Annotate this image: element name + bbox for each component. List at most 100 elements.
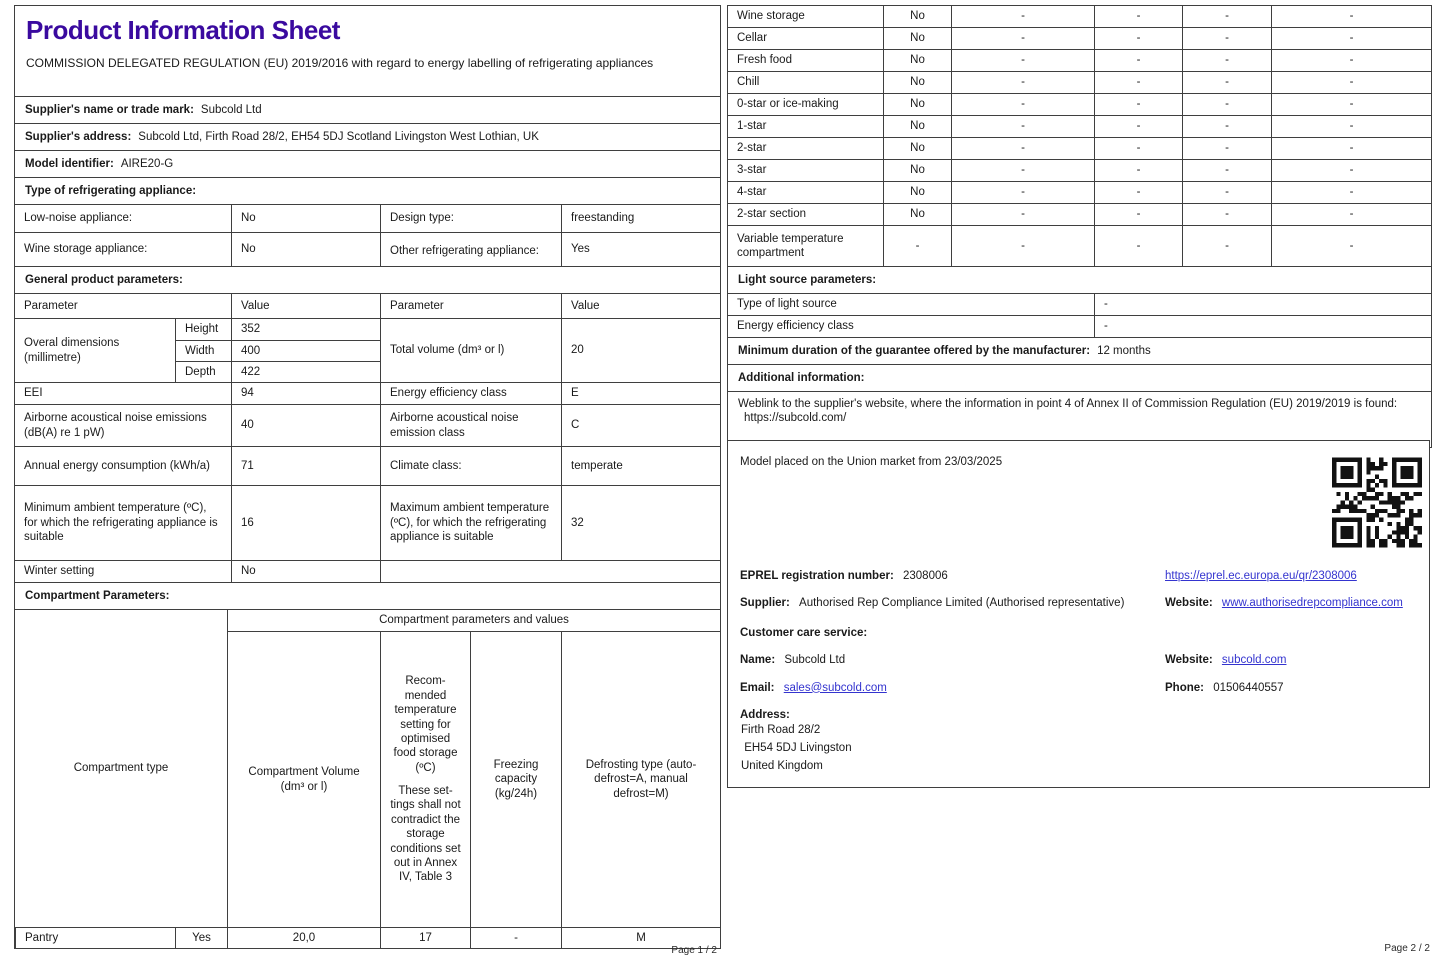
row-value: No bbox=[883, 138, 951, 159]
row-dash: - bbox=[1094, 28, 1182, 49]
eei-row: EEI 94 Energy efficiency class E bbox=[15, 382, 720, 404]
row-value: No bbox=[883, 28, 951, 49]
table-row-1-star: 1-star No - - - - bbox=[728, 115, 1431, 137]
row-dash: - bbox=[951, 182, 1094, 203]
depth-value: 422 bbox=[231, 361, 380, 382]
compartment-group-header: Compartment parameters and values bbox=[227, 610, 720, 631]
row-label: 2-star section bbox=[737, 208, 807, 221]
total-volume-value: 20 bbox=[561, 319, 720, 382]
supplier-value: Authorised Rep Compliance Limited (Autho… bbox=[799, 597, 1125, 610]
row-value: No bbox=[883, 50, 951, 71]
row-dash: - bbox=[1271, 226, 1431, 266]
row-dash: - bbox=[1182, 6, 1271, 27]
row-label: 0-star or ice-making bbox=[737, 98, 839, 111]
height-label: Height bbox=[175, 319, 231, 340]
row-label: 4-star bbox=[737, 186, 767, 199]
min-ambient-value: 16 bbox=[231, 486, 380, 560]
temperature-header-line2: These set­tings shall not con­tradict th… bbox=[390, 785, 461, 884]
light-source-type-row: Type of light source - bbox=[728, 293, 1431, 315]
row-dash: - bbox=[1094, 94, 1182, 115]
max-ambient-value: 32 bbox=[561, 486, 720, 560]
row-dash: - bbox=[1271, 116, 1431, 137]
supplier-name-label: Supplier's name or trade mark: bbox=[25, 103, 194, 116]
row-dash: - bbox=[1094, 138, 1182, 159]
care-email-label: Email: bbox=[740, 681, 775, 694]
light-source-class-label: Energy efficiency class bbox=[737, 320, 854, 333]
dimensions-block: Overal dimensions (millimetre) Height 35… bbox=[15, 318, 720, 382]
weblink-value: https://subcold.com/ bbox=[744, 412, 847, 425]
model-identifier-value: AIRE20-G bbox=[120, 157, 174, 170]
value-header-2: Value bbox=[561, 294, 720, 318]
row-dash: - bbox=[951, 72, 1094, 93]
row-dash: - bbox=[1182, 72, 1271, 93]
table-row-2-star: 2-star No - - - - bbox=[728, 137, 1431, 159]
compartment-section-header: Compartment Parameters: bbox=[15, 582, 720, 609]
eprel-link[interactable]: https://eprel.ec.europa.eu/qr/2308006 bbox=[1165, 570, 1357, 582]
eprel-cell: EPREL registration number: 2308006 bbox=[740, 569, 1165, 583]
row-dash: - bbox=[1094, 204, 1182, 225]
care-phone-cell: Phone: 01506440557 bbox=[1165, 681, 1417, 695]
min-ambient-label: Minimum ambient tempera­ture (ºC), for w… bbox=[24, 502, 218, 544]
row-dash: - bbox=[951, 226, 1094, 266]
supplier-website-cell: Website: www.authorisedrepcompliance.com bbox=[1165, 596, 1417, 610]
table-row-fresh-food: Fresh food No - - - - bbox=[728, 49, 1431, 71]
row-dash: - bbox=[1182, 226, 1271, 266]
supplier-name-value: Subcold Ltd bbox=[200, 103, 262, 116]
temperature-header: Recom­mended tempera­ture setting for op… bbox=[380, 631, 470, 927]
row-value: No bbox=[883, 94, 951, 115]
additional-info-header: Additional information: bbox=[728, 364, 1431, 391]
table-row-chill: Chill No - - - - bbox=[728, 71, 1431, 93]
eei-value: 94 bbox=[231, 383, 380, 404]
title-block: Product Information Sheet COMMISSION DEL… bbox=[15, 6, 720, 96]
qr-code bbox=[1332, 457, 1422, 548]
param-header-2: Parameter bbox=[380, 294, 561, 318]
table-row-0-star: 0-star or ice-making No - - - - bbox=[728, 93, 1431, 115]
address-block: Address: Firth Road 28/2 EH54 5DJ Living… bbox=[740, 708, 1417, 776]
wine-storage-value: No bbox=[231, 233, 380, 266]
row-value: No bbox=[883, 116, 951, 137]
energy-class-label: Energy efficiency class bbox=[380, 383, 561, 404]
guarantee-row: Minimum duration of the guarantee offere… bbox=[728, 337, 1431, 364]
noise-class-value: C bbox=[561, 405, 720, 446]
row-label: Fresh food bbox=[737, 54, 792, 67]
address-line-3: United Kingdom bbox=[741, 759, 823, 772]
row-dash: - bbox=[1094, 6, 1182, 27]
eprel-value: 2308006 bbox=[903, 570, 948, 582]
page-number-1: Page 1 / 2 bbox=[671, 945, 717, 956]
winter-setting-value: No bbox=[231, 561, 380, 582]
customer-care-header: Customer care service: bbox=[740, 626, 868, 639]
care-name-row: Name: Subcold Ltd Website: subcold.com bbox=[740, 653, 1417, 667]
page-2-infobox: Model placed on the Union market from 23… bbox=[727, 440, 1430, 788]
row-dash: - bbox=[951, 50, 1094, 71]
care-email-link[interactable]: sales@subcold.com bbox=[784, 682, 887, 694]
supplier-website-label: Website: bbox=[1165, 597, 1213, 610]
row-label: Variable temperature compartment bbox=[737, 232, 844, 259]
supplier-website-link[interactable]: www.authorisedrepcompliance.com bbox=[1222, 597, 1403, 609]
row-dash: - bbox=[1094, 226, 1182, 266]
row-dash: - bbox=[1182, 94, 1271, 115]
climate-class-label: Climate class: bbox=[380, 447, 561, 485]
supplier-label: Supplier: bbox=[740, 597, 790, 610]
market-info-area: Model placed on the Union market from 23… bbox=[740, 455, 1422, 556]
eprel-link-cell: https://eprel.ec.europa.eu/qr/2308006 bbox=[1165, 569, 1417, 583]
row-dash: - bbox=[951, 116, 1094, 137]
general-section-header: General product parameters: bbox=[15, 266, 720, 293]
model-identifier-row: Model identifier: AIRE20-G bbox=[15, 150, 720, 177]
row-dash: - bbox=[1271, 204, 1431, 225]
row-dash: - bbox=[951, 204, 1094, 225]
noise-value: 40 bbox=[231, 405, 380, 446]
page-title: Product Information Sheet bbox=[26, 15, 340, 45]
row-dash: - bbox=[1182, 116, 1271, 137]
winter-setting-label: Winter setting bbox=[24, 565, 95, 578]
guarantee-label: Minimum duration of the guarantee offere… bbox=[738, 344, 1091, 357]
care-website-link[interactable]: subcold.com bbox=[1222, 654, 1287, 666]
row-value: No bbox=[883, 204, 951, 225]
light-source-type-label: Type of light source bbox=[737, 298, 837, 311]
care-name-value: Subcold Ltd bbox=[784, 654, 846, 667]
weblink-label: Weblink to the supplier's website, where… bbox=[738, 398, 1398, 410]
row-dash: - bbox=[1271, 182, 1431, 203]
guarantee-value: 12 months bbox=[1097, 344, 1151, 357]
row-dash: - bbox=[1271, 94, 1431, 115]
table-row-cellar: Cellar No - - - - bbox=[728, 27, 1431, 49]
row-label: 1-star bbox=[737, 120, 767, 133]
